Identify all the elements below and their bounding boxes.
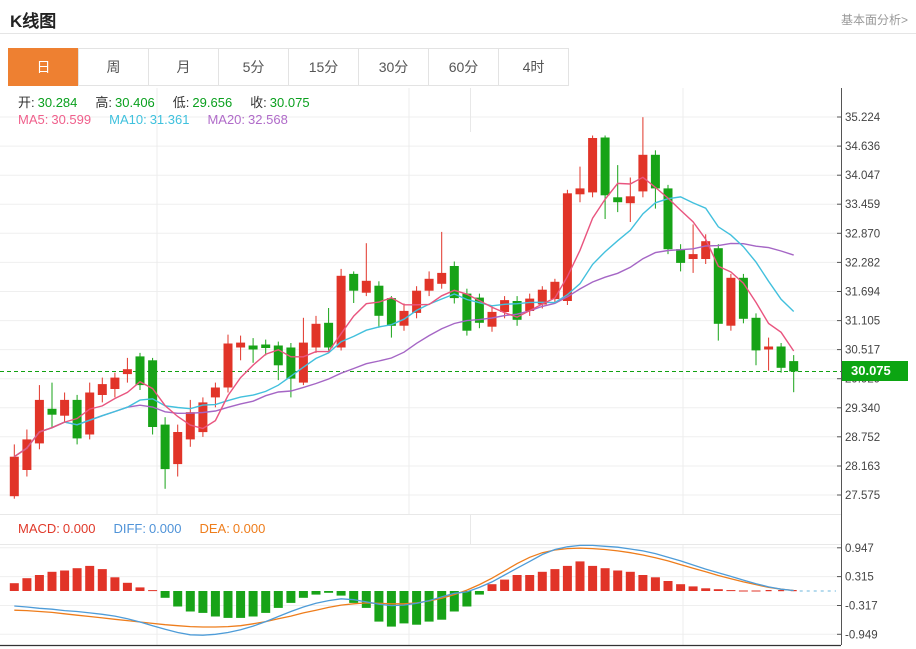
candle [274, 346, 283, 366]
candle [400, 311, 409, 326]
candle [726, 278, 735, 326]
candle [576, 188, 585, 194]
ohlc-row: 开:30.284 高:30.406 低:29.656 收:30.075 [18, 92, 328, 111]
gridlines [0, 88, 841, 645]
svg-text:-0.949: -0.949 [845, 629, 878, 641]
svg-text:35.224: 35.224 [845, 112, 881, 124]
candle [676, 249, 685, 263]
candle [60, 400, 69, 416]
ma10-legend: MA10:31.361 [109, 112, 189, 127]
candle [550, 282, 559, 299]
ma-legend-row: MA5:30.599 MA10:31.361 MA20:32.568 [18, 112, 306, 127]
candle [173, 432, 182, 464]
candle [563, 193, 572, 301]
macd-histogram [10, 561, 797, 626]
candle [136, 356, 145, 385]
svg-text:28.163: 28.163 [845, 461, 880, 473]
svg-text:28.752: 28.752 [845, 432, 880, 444]
candles [10, 117, 798, 499]
ohlc-high: 高:30.406 [95, 92, 154, 111]
candle [638, 155, 647, 192]
candle [500, 300, 509, 312]
candle [689, 254, 698, 259]
candle [224, 344, 233, 388]
candle [789, 361, 798, 371]
candle [261, 345, 270, 349]
dea-legend: DEA:0.000 [199, 521, 265, 536]
ohlc-open: 开:30.284 [18, 92, 77, 111]
candle [701, 241, 710, 259]
kline-page: K线图 基本面分析> 日周月5分15分30分60分4时 35.22434.636… [0, 0, 916, 649]
svg-text:32.282: 32.282 [845, 257, 880, 269]
candle [98, 384, 107, 395]
candle [211, 388, 220, 398]
candle [752, 318, 761, 351]
candle [123, 369, 132, 374]
candle [588, 138, 597, 192]
ohlc-close: 收:30.075 [250, 92, 309, 111]
svg-text:33.459: 33.459 [845, 199, 880, 211]
macd-legend: MACD:0.000 [18, 521, 95, 536]
svg-text:32.870: 32.870 [845, 228, 880, 240]
candle [425, 279, 434, 291]
ohlc-low: 低:29.656 [173, 92, 232, 111]
svg-text:0.947: 0.947 [845, 543, 874, 555]
svg-text:31.105: 31.105 [845, 316, 880, 328]
candle [10, 457, 19, 497]
ma20-legend: MA20:32.568 [207, 112, 287, 127]
candle [249, 346, 258, 350]
candle [626, 196, 635, 203]
svg-text:-0.317: -0.317 [845, 601, 878, 613]
candle [387, 298, 396, 326]
candle [777, 347, 786, 368]
svg-text:31.694: 31.694 [845, 287, 881, 299]
candle [324, 323, 333, 348]
candle [601, 138, 610, 196]
svg-text:34.636: 34.636 [845, 141, 880, 153]
svg-text:34.047: 34.047 [845, 170, 880, 182]
last-price-tag: 30.075 [842, 361, 908, 381]
candle [362, 281, 371, 293]
macd-legend-row: MACD:0.000 DIFF:0.000 DEA:0.000 [18, 521, 283, 536]
candle [48, 409, 57, 415]
svg-text:0.315: 0.315 [845, 572, 874, 584]
candle [299, 343, 308, 383]
candle [488, 312, 497, 327]
svg-text:30.517: 30.517 [845, 345, 880, 357]
ma5-legend: MA5:30.599 [18, 112, 91, 127]
candle [312, 324, 321, 348]
candle [337, 276, 346, 348]
candle [349, 274, 358, 291]
candle [651, 155, 660, 189]
diff-legend: DIFF:0.000 [113, 521, 181, 536]
candle [437, 273, 446, 284]
candle [110, 378, 119, 389]
candle [613, 197, 622, 202]
svg-text:27.575: 27.575 [845, 490, 880, 502]
candle [764, 347, 773, 350]
candle [85, 393, 94, 435]
svg-text:29.340: 29.340 [845, 403, 880, 415]
candle [161, 425, 170, 470]
panel-borders [0, 88, 841, 646]
candle [236, 343, 245, 348]
